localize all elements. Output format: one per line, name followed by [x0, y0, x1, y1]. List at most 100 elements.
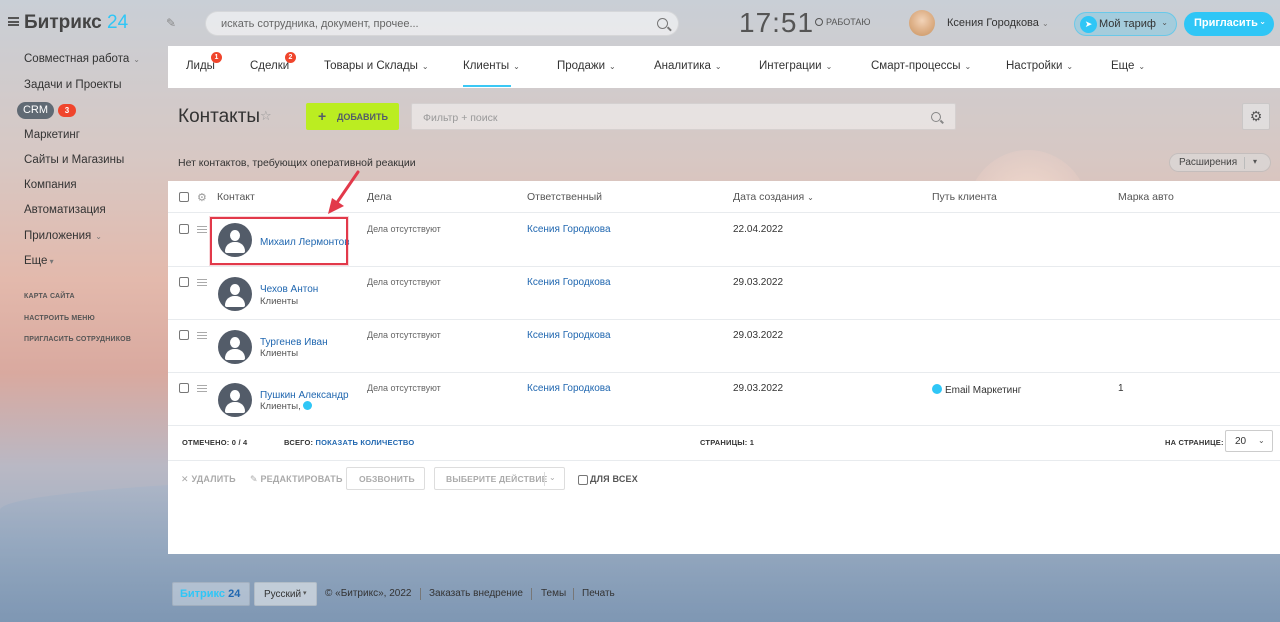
print-link[interactable]: Печать [582, 588, 615, 599]
column-header-label: Дата создания [733, 191, 805, 203]
logo-text: Битрикс [24, 12, 102, 33]
sidebar-item-more[interactable]: Еще ▾ [24, 255, 54, 267]
configure-menu-link[interactable]: НАСТРОИТЬ МЕНЮ [24, 315, 95, 322]
column-header-car-brand[interactable]: Марка авто [1118, 191, 1174, 203]
row-checkbox[interactable] [179, 277, 189, 287]
star-icon[interactable]: ☆ [260, 108, 272, 124]
responsible-link[interactable]: Ксения Городкова [527, 224, 611, 235]
tab-more[interactable]: Еще ⌄ [1111, 60, 1145, 72]
extensions-button[interactable]: Расширения ▾ [1169, 153, 1271, 172]
select-all-checkbox[interactable] [179, 192, 189, 202]
edit-action[interactable]: ✎ РЕДАКТИРОВАТЬ [250, 474, 343, 485]
settings-gear-button[interactable]: ⚙ [1242, 103, 1270, 130]
filter-search-input[interactable]: Фильтр + поиск [411, 103, 956, 130]
user-avatar[interactable] [909, 10, 935, 36]
sidebar-item-crm[interactable]: CRM [17, 102, 54, 119]
sidebar-item-sites[interactable]: Сайты и Магазины [24, 154, 124, 166]
tab-label: Аналитика [654, 60, 711, 72]
tab-smart-processes[interactable]: Смарт-процессы ⌄ [871, 60, 971, 72]
for-all-checkbox[interactable] [578, 475, 588, 485]
column-header-deals[interactable]: Дела [367, 191, 392, 203]
pages-value[interactable]: 1 [750, 438, 754, 447]
contact-name-link[interactable]: Чехов Антон [260, 284, 318, 295]
crm-top-nav: Лиды 1 Сделки 2 Товары и Склады ⌄ Клиенты… [168, 46, 1280, 88]
created-date: 29.03.2022 [733, 383, 784, 394]
tab-settings[interactable]: Настройки ⌄ [1006, 60, 1073, 72]
contact-type: Клиенты [260, 296, 299, 307]
responsible-link[interactable]: Ксения Городкова [527, 277, 611, 288]
contact-avatar[interactable] [218, 277, 252, 311]
tab-goods[interactable]: Товары и Склады ⌄ [324, 60, 429, 72]
responsible-link[interactable]: Ксения Городкова [527, 330, 611, 341]
sidebar-item-tasks[interactable]: Задачи и Проекты [24, 79, 122, 91]
add-label: ДОБАВИТЬ [337, 112, 388, 122]
copyright: © «Битрикс», 2022 [325, 588, 412, 599]
menu-burger-icon[interactable] [8, 17, 19, 26]
tab-label: Интеграции [759, 60, 822, 72]
show-count-link[interactable]: ПОКАЗАТЬ КОЛИЧЕСТВО [316, 438, 415, 447]
email-marketing-icon [932, 384, 942, 394]
contact-name-link[interactable]: Пушкин Александр [260, 390, 349, 401]
divider [168, 319, 1280, 320]
tab-analytics[interactable]: Аналитика ⌄ [654, 60, 722, 72]
invite-button[interactable]: Пригласить ⌄ [1184, 12, 1274, 36]
sidebar-item-label: Задачи и Проекты [24, 79, 122, 91]
global-search-input[interactable]: искать сотрудника, документ, прочее... [205, 11, 679, 36]
column-settings-gear-icon[interactable]: ⚙ [197, 191, 207, 204]
sidebar-item-automation[interactable]: Автоматизация [24, 204, 106, 216]
search-icon[interactable] [657, 18, 668, 29]
responsible-link[interactable]: Ксения Городкова [527, 383, 611, 394]
column-header-responsible[interactable]: Ответственный [527, 191, 602, 203]
sidebar-item-collaboration[interactable]: Совместная работа ⌄ [24, 53, 140, 65]
sidebar-item-label: Совместная работа [24, 53, 130, 65]
deals-cell: Дела отсутствуют [367, 383, 441, 393]
order-implementation-link[interactable]: Заказать внедрение [429, 588, 523, 599]
tab-sales[interactable]: Продажи ⌄ [557, 60, 616, 72]
sidebar-item-marketing[interactable]: Маркетинг [24, 129, 80, 141]
contact-name-link[interactable]: Тургенев Иван [260, 337, 328, 348]
column-header-client-path[interactable]: Путь клиента [932, 191, 997, 203]
contact-avatar[interactable] [218, 330, 252, 364]
choose-action-select[interactable]: ВЫБЕРИТЕ ДЕЙСТВИЕ ⌄ [434, 467, 565, 490]
work-status[interactable]: РАБОТАЮ [815, 17, 871, 27]
tab-label: Смарт-процессы [871, 60, 961, 72]
row-checkbox[interactable] [179, 330, 189, 340]
delete-action[interactable]: ✕ УДАЛИТЬ [181, 474, 236, 485]
sitemap-link[interactable]: КАРТА САЙТА [24, 293, 75, 300]
pencil-icon[interactable]: ✎ [166, 16, 176, 30]
clock: 17:51 [739, 7, 815, 38]
row-checkbox[interactable] [179, 383, 189, 393]
sidebar-item-company[interactable]: Компания [24, 179, 77, 191]
sidebar-item-label: Сайты и Магазины [24, 154, 125, 166]
contact-highlight-frame [210, 217, 348, 265]
per-page-select[interactable]: 20 ⌄ [1225, 430, 1273, 452]
call-button[interactable]: ОБЗВОНИТЬ [346, 467, 425, 490]
add-button[interactable]: + ДОБАВИТЬ [306, 103, 399, 130]
bitrix-logo[interactable]: Битрикс 24 [24, 12, 128, 34]
tab-deals[interactable]: Сделки [250, 60, 289, 72]
search-icon[interactable] [931, 112, 941, 122]
invite-employees-link[interactable]: ПРИГЛАСИТЬ СОТРУДНИКОВ [24, 336, 131, 343]
sidebar-item-apps[interactable]: Приложения ⌄ [24, 230, 102, 242]
row-checkbox[interactable] [179, 224, 189, 234]
column-header-contact[interactable]: Контакт [217, 191, 255, 203]
drag-handle-icon[interactable] [197, 226, 207, 233]
tab-integrations[interactable]: Интеграции ⌄ [759, 60, 832, 72]
my-tariff-button[interactable]: ➤ Мой тариф ⌄ [1074, 12, 1177, 36]
tariff-label: Мой тариф [1099, 18, 1156, 30]
drag-handle-icon[interactable] [197, 385, 207, 392]
drag-handle-icon[interactable] [197, 279, 207, 286]
client-path-cell: Email Маркетинг [932, 384, 1021, 396]
language-select[interactable]: Русский ▾ [254, 582, 317, 606]
contact-avatar[interactable] [218, 383, 252, 417]
tab-label: Настройки [1006, 60, 1063, 72]
footer-logo[interactable]: Битрикс 24 [172, 582, 250, 606]
column-header-created[interactable]: Дата создания ⌄ [733, 191, 814, 203]
logo-number: 24 [107, 12, 129, 33]
tab-clients[interactable]: Клиенты ⌄ [463, 60, 520, 72]
themes-link[interactable]: Темы [541, 588, 566, 599]
user-menu[interactable]: Ксения Городкова ⌄ [947, 17, 1049, 29]
chevron-down-icon: ⌄ [421, 62, 429, 71]
drag-handle-icon[interactable] [197, 332, 207, 339]
tab-leads[interactable]: Лиды [186, 60, 215, 72]
